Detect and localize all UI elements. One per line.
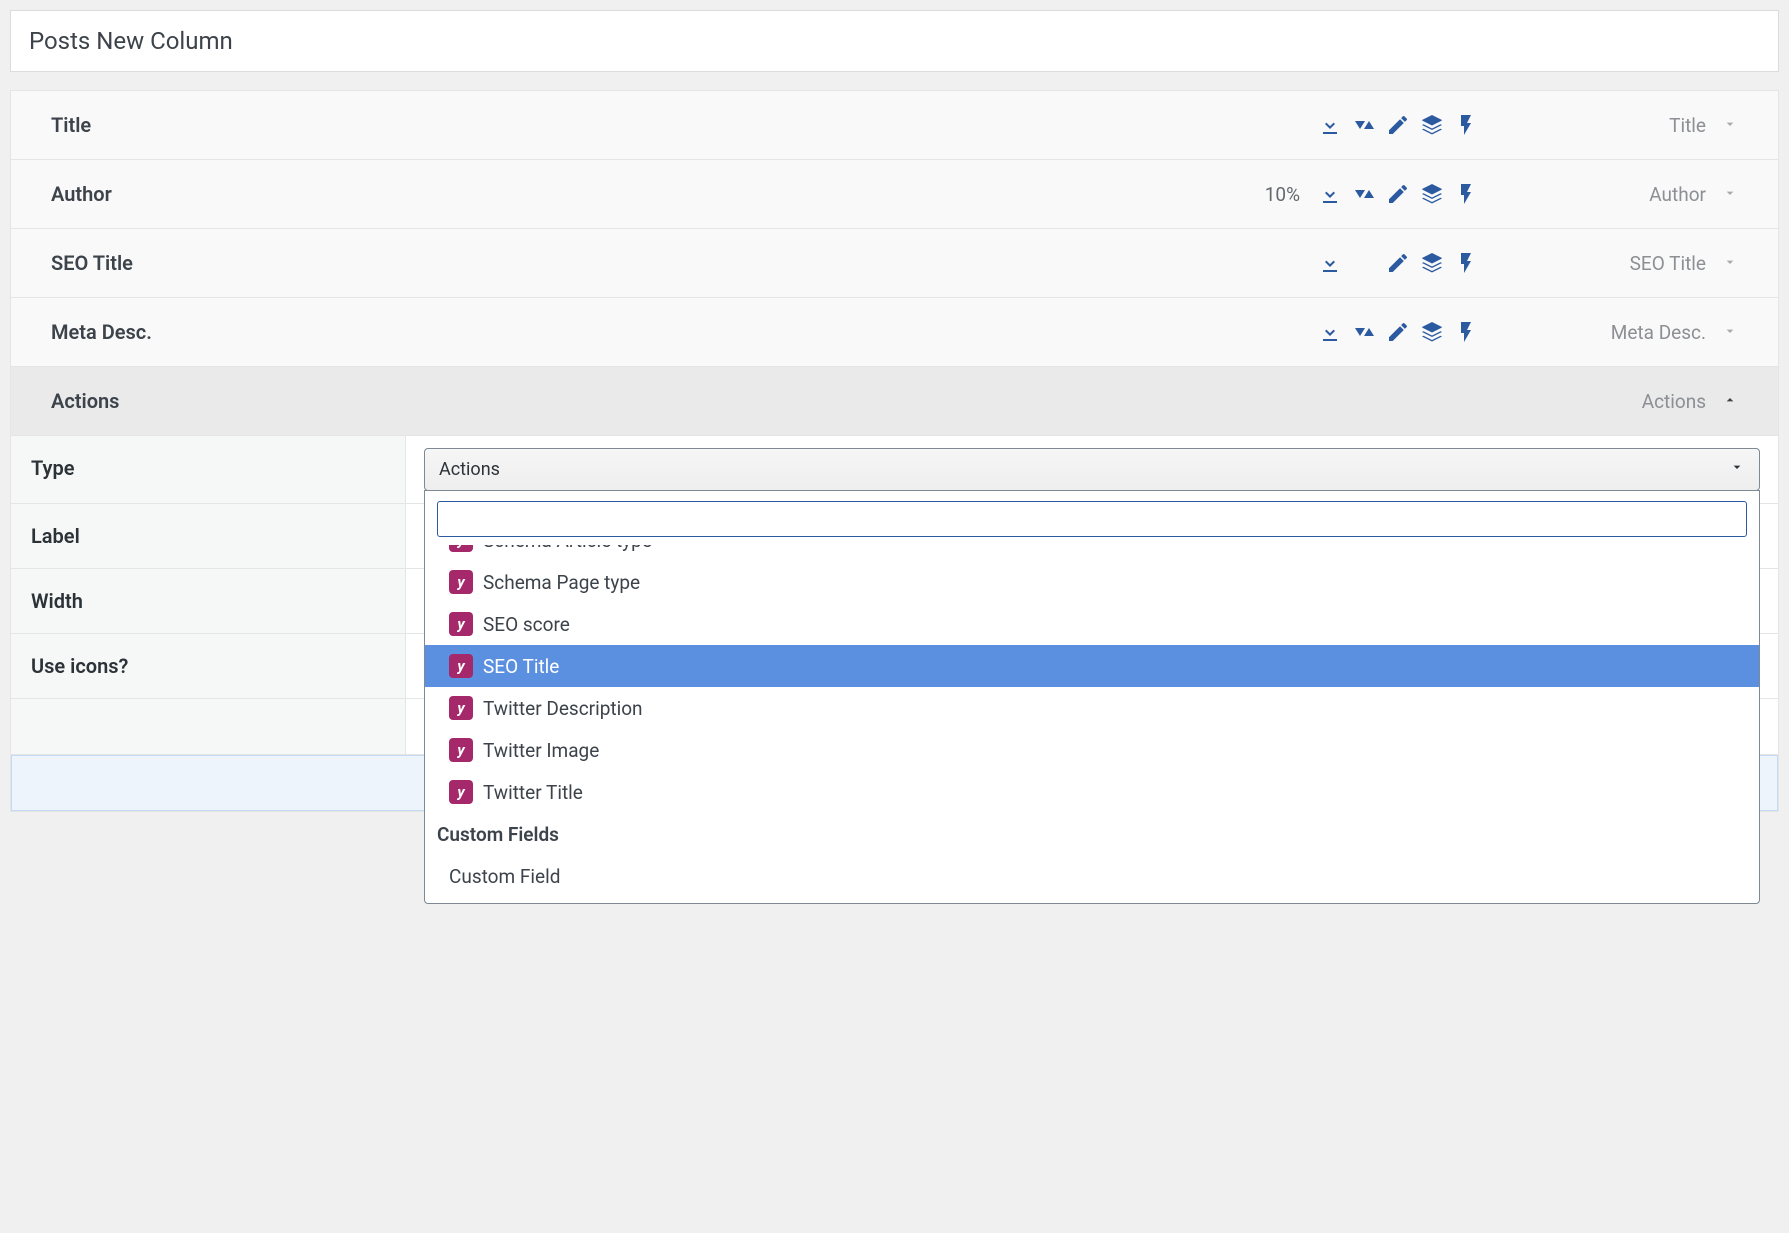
column-row[interactable]: Author 10% Author: [11, 160, 1778, 229]
column-label: Meta Desc.: [51, 320, 351, 344]
sort-icon: [1352, 320, 1376, 344]
option-label: Schema Article type: [483, 545, 652, 552]
dropdown-option[interactable]: y SEO score: [425, 603, 1759, 645]
chevron-up-icon[interactable]: [1722, 390, 1738, 413]
bolt-icon: [1454, 182, 1478, 206]
option-label: SEO Title: [483, 655, 559, 678]
dropdown-option[interactable]: Custom Field: [425, 856, 1759, 897]
dropdown-group-label: Custom Fields: [425, 813, 1759, 856]
setting-type: Type Actions y Schema Article type: [11, 436, 1778, 504]
dropdown-search-input[interactable]: [437, 501, 1747, 537]
setting-label: Label: [11, 504, 406, 568]
bolt-icon: [1454, 113, 1478, 137]
dropdown-option[interactable]: y Schema Article type: [425, 545, 1759, 561]
column-row[interactable]: Actions Actions: [11, 367, 1778, 436]
chevron-down-icon[interactable]: [1722, 321, 1738, 344]
stack-icon: [1420, 320, 1444, 344]
yoast-icon: y: [449, 570, 473, 594]
yoast-icon: y: [449, 545, 473, 552]
setting-label: Width: [11, 569, 406, 633]
type-select[interactable]: Actions: [424, 448, 1760, 491]
option-label: Twitter Description: [483, 697, 643, 720]
yoast-icon: y: [449, 738, 473, 762]
type-dropdown: y Schema Article type y Schema Page type…: [424, 490, 1760, 904]
option-label: Schema Page type: [483, 571, 640, 594]
pencil-icon: [1386, 320, 1410, 344]
option-label: SEO score: [483, 613, 570, 636]
bolt-icon: [1454, 320, 1478, 344]
yoast-icon: y: [449, 780, 473, 804]
chevron-down-icon[interactable]: [1722, 252, 1738, 275]
pencil-icon: [1386, 182, 1410, 206]
yoast-icon: y: [449, 654, 473, 678]
page-title: Posts New Column: [10, 10, 1779, 72]
sort-icon: [1352, 113, 1376, 137]
chevron-down-icon: [1729, 459, 1745, 480]
option-label: Twitter Title: [483, 781, 583, 804]
column-row[interactable]: Meta Desc. Meta Desc.: [11, 298, 1778, 367]
dropdown-option[interactable]: y Twitter Image: [425, 729, 1759, 771]
chevron-down-icon[interactable]: [1722, 114, 1738, 137]
bolt-icon: [1454, 251, 1478, 275]
option-label: Twitter Image: [483, 739, 599, 762]
column-label: Author: [51, 182, 351, 206]
setting-label: Use icons?: [11, 634, 406, 698]
column-label: SEO Title: [51, 251, 351, 275]
column-row[interactable]: Title Title: [11, 91, 1778, 160]
stack-icon: [1420, 251, 1444, 275]
type-select-wrap: Actions y Schema Article type y Sch: [424, 448, 1760, 491]
yoast-icon: y: [449, 612, 473, 636]
icon-spacer: [1352, 251, 1376, 275]
yoast-icon: y: [449, 696, 473, 720]
dropdown-option[interactable]: y Twitter Title: [425, 771, 1759, 813]
column-type: Author: [1649, 183, 1706, 206]
stack-icon: [1420, 113, 1444, 137]
column-type: Actions: [1642, 390, 1706, 413]
option-label: Custom Field: [449, 865, 560, 888]
stack-icon: [1420, 182, 1444, 206]
download-icon: [1318, 113, 1342, 137]
column-row[interactable]: SEO Title SEO Title: [11, 229, 1778, 298]
setting-label: Type: [11, 436, 406, 503]
download-icon: [1318, 182, 1342, 206]
column-settings: Type Actions y Schema Article type: [11, 436, 1778, 811]
dropdown-option[interactable]: y Schema Page type: [425, 561, 1759, 603]
dropdown-option[interactable]: y Twitter Description: [425, 687, 1759, 729]
column-width-pct: 10%: [1265, 183, 1300, 206]
download-icon: [1318, 251, 1342, 275]
column-type: SEO Title: [1630, 252, 1706, 275]
column-type: Title: [1669, 114, 1706, 137]
column-label: Title: [51, 113, 351, 137]
dropdown-option[interactable]: y SEO Title: [425, 645, 1759, 687]
download-icon: [1318, 320, 1342, 344]
column-type: Meta Desc.: [1611, 321, 1706, 344]
columns-list: Title Title Author 10%: [10, 90, 1779, 812]
chevron-down-icon[interactable]: [1722, 183, 1738, 206]
type-selected-value: Actions: [439, 459, 500, 480]
pencil-icon: [1386, 251, 1410, 275]
sort-icon: [1352, 182, 1376, 206]
column-label: Actions: [51, 389, 351, 413]
pencil-icon: [1386, 113, 1410, 137]
